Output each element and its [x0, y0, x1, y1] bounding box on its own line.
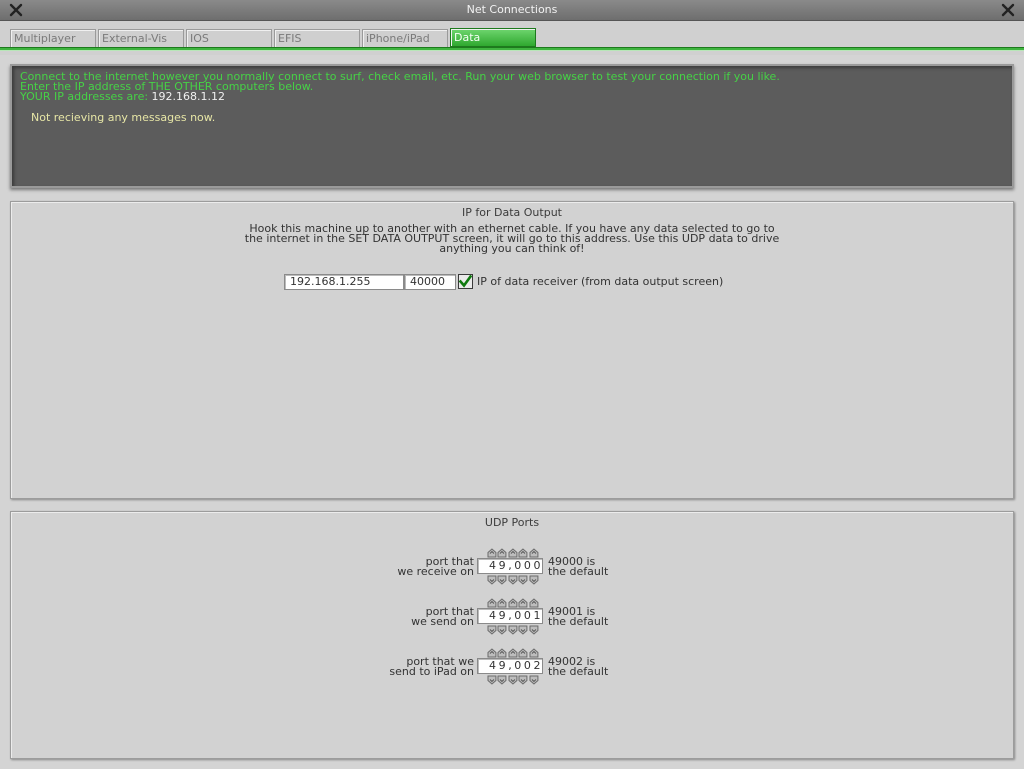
udp-default-line: the default	[548, 615, 609, 628]
data-receiver-label: IP of data receiver (from data output sc…	[477, 275, 724, 288]
udp-ipad-default: 49002 is the default	[548, 656, 609, 678]
stepper-up-arrow-icon[interactable]	[529, 648, 539, 658]
stepper-up-arrow-icon[interactable]	[518, 598, 528, 608]
stepper-down-arrow-icon[interactable]	[508, 575, 518, 585]
checkmark-icon	[459, 275, 472, 288]
udp-label-line: we receive on	[397, 565, 474, 578]
tab-efis[interactable]: EFIS	[274, 29, 360, 47]
close-right-icon[interactable]	[1000, 2, 1016, 18]
data-output-heading: IP for Data Output	[462, 206, 562, 219]
stepper-up-row	[487, 648, 539, 658]
stepper-down-arrow-icon[interactable]	[487, 625, 497, 635]
udp-default-line: the default	[548, 565, 609, 578]
stepper-down-arrow-icon[interactable]	[497, 675, 507, 685]
stepper-down-row	[487, 675, 539, 685]
stepper-down-arrow-icon[interactable]	[487, 575, 497, 585]
stepper-up-arrow-icon[interactable]	[487, 548, 497, 558]
udp-ipad-port-value[interactable]: 49,002	[477, 658, 543, 674]
udp-ipad-label: port that we send to iPad on	[354, 656, 474, 678]
your-ip-value: 192.168.1.12	[151, 90, 226, 103]
stepper-up-row	[487, 598, 539, 608]
udp-receive-port-stepper[interactable]: 49,000	[477, 548, 543, 588]
stepper-down-arrow-icon[interactable]	[518, 575, 528, 585]
stepper-up-arrow-icon[interactable]	[518, 548, 528, 558]
tab-underline	[0, 47, 1024, 51]
window-title: Net Connections	[466, 3, 558, 16]
stepper-down-arrow-icon[interactable]	[508, 675, 518, 685]
stepper-up-row	[487, 548, 539, 558]
tab-iphone-ipad[interactable]: iPhone/iPad	[362, 29, 448, 47]
udp-label-line: send to iPad on	[389, 665, 474, 678]
data-receiver-ip-input[interactable]: 192.168.1.255	[284, 274, 404, 290]
stepper-up-arrow-icon[interactable]	[497, 548, 507, 558]
stepper-up-arrow-icon[interactable]	[529, 598, 539, 608]
stepper-up-arrow-icon[interactable]	[487, 598, 497, 608]
data-receiver-port-input[interactable]: 40000	[404, 274, 456, 290]
tab-ios[interactable]: IOS	[186, 29, 272, 47]
message-status: Not recieving any messages now.	[31, 111, 216, 124]
data-receiver-enable-checkbox[interactable]	[458, 274, 473, 289]
data-output-panel: IP for Data Output Hook this machine up …	[10, 201, 1014, 499]
udp-send-port-stepper[interactable]: 49,001	[477, 598, 543, 638]
tab-multiplayer[interactable]: Multiplayer	[10, 29, 96, 47]
stepper-down-arrow-icon[interactable]	[487, 675, 497, 685]
udp-ipad-port-stepper[interactable]: 49,002	[477, 648, 543, 688]
stepper-down-row	[487, 625, 539, 635]
stepper-down-arrow-icon[interactable]	[529, 575, 539, 585]
stepper-up-arrow-icon[interactable]	[487, 648, 497, 658]
stepper-up-arrow-icon[interactable]	[518, 648, 528, 658]
udp-label-line: we send on	[411, 615, 474, 628]
udp-receive-default: 49000 is the default	[548, 556, 609, 578]
udp-ports-panel: UDP Ports port that we receive on 49,000…	[10, 511, 1014, 759]
stepper-down-arrow-icon[interactable]	[518, 675, 528, 685]
udp-send-port-value[interactable]: 49,001	[477, 608, 543, 624]
tab-data[interactable]: Data	[450, 28, 536, 47]
stepper-down-arrow-icon[interactable]	[497, 625, 507, 635]
stepper-up-arrow-icon[interactable]	[529, 548, 539, 558]
stepper-down-arrow-icon[interactable]	[529, 625, 539, 635]
stepper-down-arrow-icon[interactable]	[508, 625, 518, 635]
stepper-down-arrow-icon[interactable]	[529, 675, 539, 685]
data-output-description: Hook this machine up to another with an …	[11, 223, 1013, 255]
udp-default-line: the default	[548, 665, 609, 678]
udp-receive-label: port that we receive on	[354, 556, 474, 578]
stepper-up-arrow-icon[interactable]	[508, 648, 518, 658]
stepper-down-row	[487, 575, 539, 585]
stepper-up-arrow-icon[interactable]	[508, 548, 518, 558]
stepper-down-arrow-icon[interactable]	[497, 575, 507, 585]
info-line-your-ip: YOUR IP addresses are: 192.168.1.12	[20, 90, 226, 103]
stepper-up-arrow-icon[interactable]	[497, 598, 507, 608]
stepper-down-arrow-icon[interactable]	[518, 625, 528, 635]
stepper-up-arrow-icon[interactable]	[497, 648, 507, 658]
tab-external-vis[interactable]: External-Vis	[98, 29, 184, 47]
stepper-up-arrow-icon[interactable]	[508, 598, 518, 608]
udp-send-label: port that we send on	[354, 606, 474, 628]
udp-send-default: 49001 is the default	[548, 606, 609, 628]
udp-receive-port-value[interactable]: 49,000	[477, 558, 543, 574]
info-panel: Connect to the internet however you norm…	[10, 64, 1014, 188]
udp-ports-heading: UDP Ports	[484, 516, 540, 529]
desc-line: anything you can think of!	[439, 242, 585, 255]
your-ip-label: YOUR IP addresses are:	[20, 90, 149, 103]
tab-bar: Multiplayer External-Vis IOS EFIS iPhone…	[0, 21, 1024, 55]
title-bar: Net Connections	[0, 0, 1024, 21]
